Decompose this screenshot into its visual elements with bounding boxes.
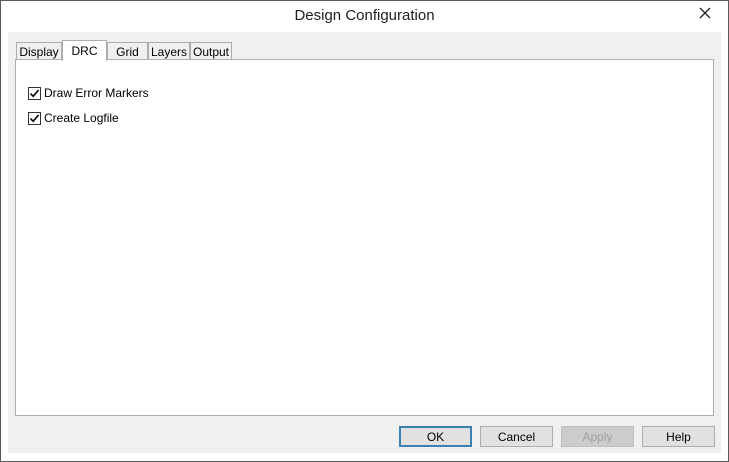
drc-tab-panel: Draw Error Markers Create Logfile <box>15 59 714 416</box>
tab-grid[interactable]: Grid <box>107 42 148 60</box>
design-configuration-dialog: Design Configuration Display DRC Grid La… <box>0 0 729 462</box>
cancel-button[interactable]: Cancel <box>480 426 553 447</box>
tab-layers[interactable]: Layers <box>148 42 190 60</box>
frame-right <box>721 32 728 461</box>
close-button[interactable] <box>683 1 727 25</box>
window-title: Design Configuration <box>294 7 435 24</box>
tab-display[interactable]: Display <box>16 42 62 60</box>
dialog-client-area: Display DRC Grid Layers Output Draw Erro… <box>8 32 721 453</box>
title-bar[interactable]: Design Configuration <box>1 1 728 32</box>
apply-button[interactable]: Apply <box>561 426 634 447</box>
create-logfile-option[interactable]: Create Logfile <box>28 111 119 125</box>
ok-button[interactable]: OK <box>399 426 472 447</box>
create-logfile-label: Create Logfile <box>44 111 119 125</box>
checkmark-icon <box>29 113 40 122</box>
tab-drc[interactable]: DRC <box>62 40 107 61</box>
draw-error-markers-checkbox[interactable] <box>28 86 41 100</box>
create-logfile-checkbox[interactable] <box>28 111 41 125</box>
draw-error-markers-option[interactable]: Draw Error Markers <box>28 86 149 100</box>
frame-left <box>1 32 8 461</box>
frame-bottom <box>1 453 728 461</box>
help-button[interactable]: Help <box>642 426 715 447</box>
tab-output[interactable]: Output <box>190 42 232 60</box>
draw-error-markers-label: Draw Error Markers <box>44 86 149 100</box>
checkmark-icon <box>29 88 40 97</box>
close-icon <box>699 7 711 19</box>
